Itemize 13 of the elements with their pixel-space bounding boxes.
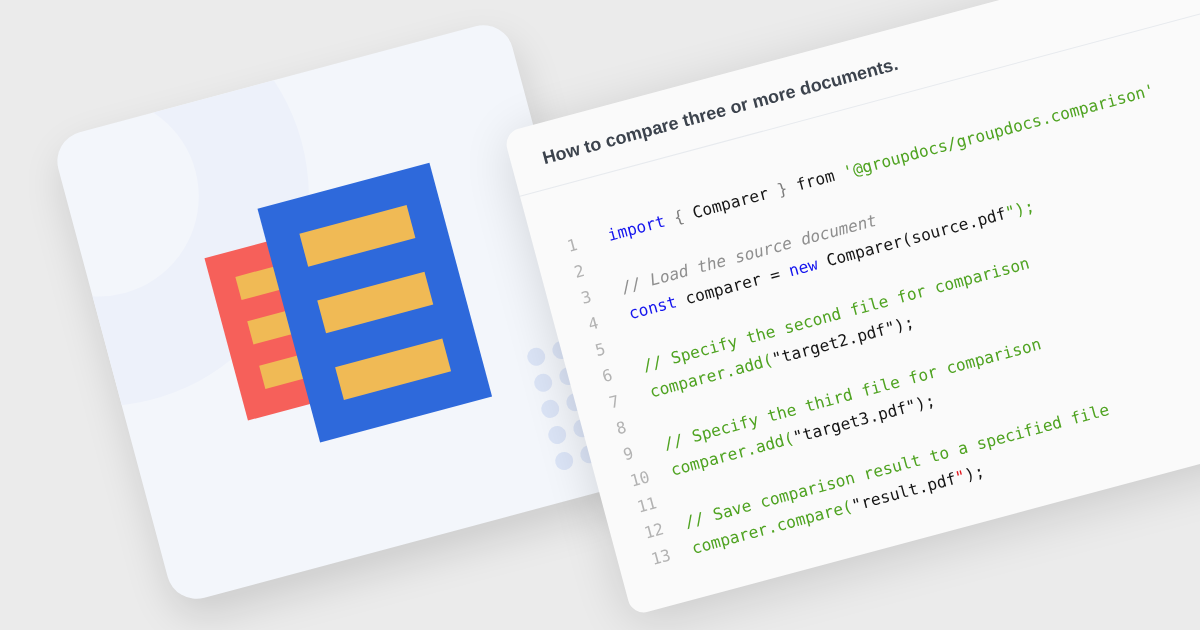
line-number: 11 [635,493,659,517]
line-number: 2 [572,261,587,282]
line-number: 10 [628,467,652,491]
line-number: 3 [579,287,594,308]
line-number: 1 [565,234,580,256]
line-number: 5 [593,339,608,361]
line-number: 12 [642,519,666,543]
line-number: 4 [586,313,601,335]
line-number: 8 [614,417,629,439]
line-number: 13 [649,545,673,569]
line-number: 7 [607,391,622,413]
line-number: 9 [621,443,636,465]
line-number: 6 [600,365,615,387]
